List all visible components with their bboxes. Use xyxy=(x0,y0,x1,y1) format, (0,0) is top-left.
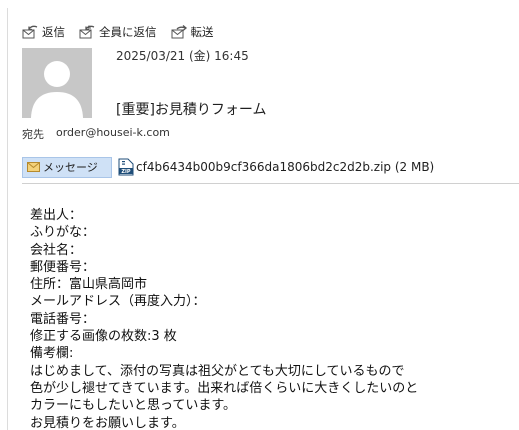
sent-datetime: 2025/03/21 (金) 16:45 xyxy=(116,49,249,63)
attachment-bar: メッセージ ZIP cf4b6434b00b9cf366da1806bd2c2d… xyxy=(22,156,519,178)
forward-button[interactable]: 転送 xyxy=(171,24,214,40)
body-line: 色が少し褪せてきています。出来れば倍くらいに大きくしたいのと xyxy=(30,380,419,396)
to-label: 宛先 xyxy=(22,128,44,141)
body-line: 会社名： xyxy=(30,242,83,258)
body-line: 郵便番号： xyxy=(30,259,96,275)
zip-file-icon: ZIP xyxy=(118,158,134,176)
attachment-file[interactable]: ZIP cf4b6434b00b9cf366da1806bd2c2d2b.zip… xyxy=(118,158,434,176)
reply-all-icon xyxy=(79,24,95,38)
body-line: はじめまして、添付の写真は祖父がとても大切にしているもので xyxy=(30,363,405,379)
message-tab[interactable]: メッセージ xyxy=(22,156,112,178)
pane-border xyxy=(7,8,8,430)
person-icon xyxy=(22,48,92,118)
to-address[interactable]: order@housei-k.com xyxy=(56,126,170,142)
attachment-filename: cf4b6434b00b9cf366da1806bd2c2d2b.zip (2 … xyxy=(136,160,435,174)
body-line: 備考欄: xyxy=(30,346,74,362)
forward-label: 転送 xyxy=(190,25,214,39)
body-line: 差出人： xyxy=(30,208,83,223)
message-body: 差出人： ふりがな： 会社名： 郵便番号： 住所：富山県高岡市 メールアドレス（再度入力）… xyxy=(30,207,510,430)
message-tab-label: メッセージ xyxy=(43,161,98,174)
reply-button[interactable]: 返信 xyxy=(22,24,65,40)
header-divider xyxy=(22,183,519,184)
reply-label: 返信 xyxy=(42,25,65,39)
reply-all-label: 全員に返信 xyxy=(99,25,157,39)
message-subject: [重要]お見積りフォーム xyxy=(116,102,267,118)
body-line: 住所：富山県高岡市 xyxy=(30,277,148,293)
recipient-row: 宛先 order@housei-k.com xyxy=(22,126,170,142)
body-line: ふりがな： xyxy=(30,225,96,241)
message-toolbar: 返信 全員に返信 転送 xyxy=(22,22,228,42)
body-line: カラーにもしたいと思っています。 xyxy=(30,398,237,414)
envelope-icon xyxy=(27,162,40,172)
body-line: メールアドレス（再度入力）： xyxy=(30,294,206,310)
body-line: 電話番号： xyxy=(30,311,96,327)
reply-all-button[interactable]: 全員に返信 xyxy=(79,24,157,40)
zip-icon-text: ZIP xyxy=(121,169,130,175)
forward-icon xyxy=(171,24,187,38)
reply-icon xyxy=(22,25,38,38)
body-line: 修正する画像の枚数:3 枚 xyxy=(30,329,177,345)
email-reading-pane: 返信 全員に返信 転送 2025/03/21 (金) 16:45 [重要]お見積… xyxy=(0,0,519,430)
body-line: お見積りをお願いします。 xyxy=(30,415,185,430)
sender-avatar xyxy=(22,48,92,118)
